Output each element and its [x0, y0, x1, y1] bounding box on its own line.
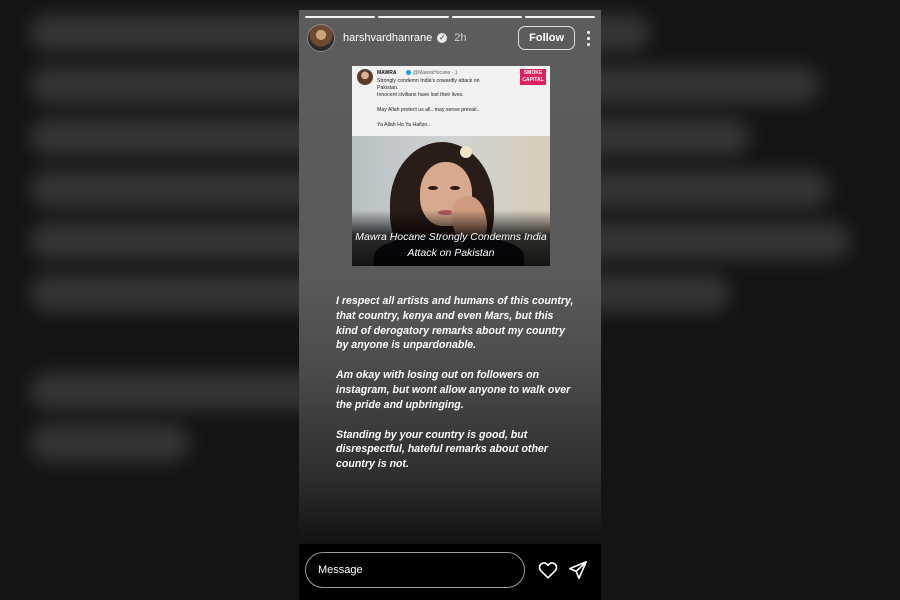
story-header: harshvardhanrane ✓ 2h Follow [307, 24, 593, 52]
tweet-line: Ya Allah Ho Ya Hafizo.. [377, 122, 431, 128]
embedded-post-image: MAWRA @MawraHocane · 1 SMOKE CAPITAL Stro… [352, 66, 550, 266]
tweet-line: Pakistan. [377, 85, 399, 91]
story-frame[interactable]: harshvardhanrane ✓ 2h Follow MAWRA @Mawr… [299, 10, 601, 600]
progress-segment [305, 16, 376, 18]
message-input[interactable] [305, 552, 525, 588]
tweet-line: Strongly condemn India's cowardly attack… [377, 78, 480, 84]
tweet-handle: @MawraHocane · 1 [413, 70, 458, 76]
send-icon[interactable] [567, 559, 589, 581]
username[interactable]: harshvardhanrane [343, 32, 432, 44]
tweet-screenshot: MAWRA @MawraHocane · 1 SMOKE CAPITAL Stro… [352, 66, 550, 136]
tweet-verified-icon [406, 70, 411, 75]
story-text: I respect all artists and humans of this… [336, 294, 576, 487]
caption-line: Mawra Hocane Strongly Condemns India [355, 231, 547, 243]
more-vertical-icon[interactable] [583, 30, 593, 46]
tweet-line: May Allah protect us all.. may sense pre… [377, 107, 480, 113]
avatar[interactable] [307, 24, 335, 52]
media-logo: SMOKE CAPITAL [520, 69, 546, 85]
story-footer [299, 544, 601, 600]
heart-icon[interactable] [537, 559, 559, 581]
story-progress-bar [305, 16, 595, 18]
tweet-author-name: MAWRA [377, 70, 397, 76]
post-time: 2h [454, 32, 467, 44]
tweet-line: Innocent civilians have lost their lives… [377, 92, 464, 98]
story-paragraph: Am okay with losing out on followers on … [336, 369, 571, 411]
tweet-avatar [357, 69, 373, 85]
portrait-photo: Mawra Hocane Strongly Condemns India Att… [352, 136, 550, 266]
image-caption: Mawra Hocane Strongly Condemns India Att… [352, 229, 550, 261]
verified-badge-icon: ✓ [437, 33, 448, 43]
progress-segment-current [524, 16, 595, 18]
follow-button[interactable]: Follow [518, 26, 575, 50]
story-paragraph: Standing by your country is good, but di… [336, 428, 548, 471]
story-paragraph: I respect all artists and humans of this… [336, 295, 574, 352]
progress-segment [378, 16, 449, 18]
caption-line: Attack on Pakistan [407, 247, 495, 259]
progress-segment [451, 16, 522, 18]
